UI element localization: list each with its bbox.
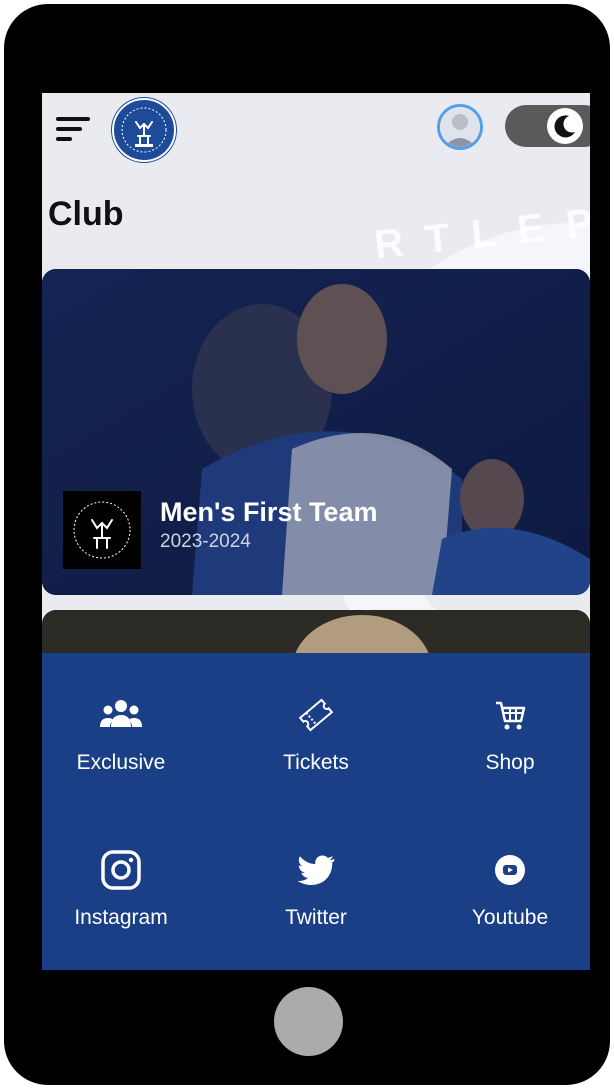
phone-frame: RTLEP Club Men's First Team 2023-2024 Ex…: [4, 4, 610, 1085]
instagram-link[interactable]: Instagram: [43, 848, 199, 968]
youtube-link[interactable]: Youtube: [432, 848, 588, 968]
twitter-label: Twitter: [285, 906, 347, 929]
exclusive-link[interactable]: Exclusive: [43, 693, 199, 813]
stag-logo-icon: [121, 107, 167, 153]
youtube-icon: [495, 855, 525, 885]
moon-icon: [554, 115, 575, 138]
quick-links-panel: Exclusive Tickets Shop Instagram Twitter…: [42, 653, 590, 970]
group-icon: [100, 700, 142, 727]
hamburger-icon: [56, 117, 90, 121]
instagram-icon: [101, 850, 141, 890]
ticket-icon: [298, 698, 334, 732]
stag-logo-icon: [73, 501, 131, 559]
tickets-link[interactable]: Tickets: [238, 693, 394, 813]
shop-label: Shop: [485, 751, 535, 774]
team-season: 2023-2024: [160, 531, 251, 552]
twitter-icon: [297, 855, 335, 886]
user-avatar-icon[interactable]: [437, 104, 483, 150]
app-screen: RTLEP Club Men's First Team 2023-2024 Ex…: [42, 93, 590, 970]
menu-button[interactable]: [56, 115, 90, 145]
twitter-link[interactable]: Twitter: [238, 848, 394, 968]
home-button[interactable]: [274, 987, 343, 1056]
exclusive-label: Exclusive: [76, 751, 166, 774]
tickets-label: Tickets: [283, 751, 349, 774]
team-card[interactable]: Men's First Team 2023-2024: [42, 269, 590, 595]
toggle-knob[interactable]: [547, 108, 583, 144]
cart-icon: [496, 701, 526, 730]
shop-link[interactable]: Shop: [432, 693, 588, 813]
instagram-label: Instagram: [74, 906, 168, 929]
team-name: Men's First Team: [160, 497, 378, 527]
club-crest-icon[interactable]: [112, 98, 176, 162]
team-logo: [63, 491, 141, 569]
theme-toggle[interactable]: [505, 105, 590, 147]
youtube-label: Youtube: [471, 906, 549, 929]
page-title: Club: [48, 195, 124, 233]
